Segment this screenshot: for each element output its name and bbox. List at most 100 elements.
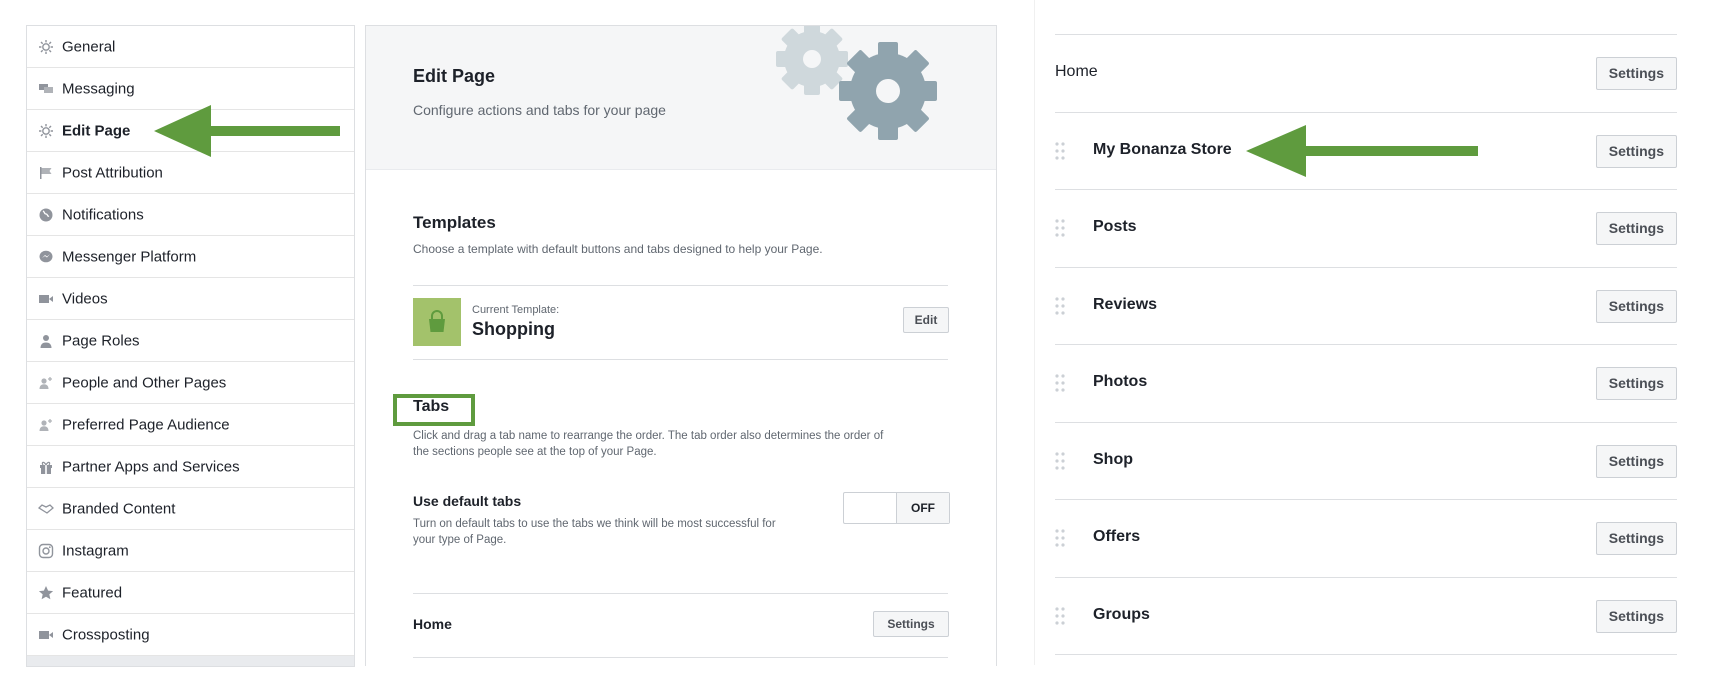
drag-handle-icon[interactable] xyxy=(1055,606,1065,630)
tabs-description-line: the sections people see at the top of yo… xyxy=(413,446,657,458)
drag-handle-icon[interactable] xyxy=(1055,529,1065,552)
tab-name: Home xyxy=(1055,63,1098,80)
tabs-list-panel: Home Settings My Bonanza Store Settings Post… xyxy=(1034,0,1695,665)
tab-name: Reviews xyxy=(1093,295,1158,313)
tab-row[interactable]: Posts Settings xyxy=(1055,189,1677,267)
tab-settings-button[interactable]: Settings xyxy=(1595,599,1677,633)
sidebar-item-page-roles[interactable]: Page Roles xyxy=(27,320,354,362)
video-camera-icon xyxy=(38,627,54,643)
divider xyxy=(413,285,948,286)
divider xyxy=(413,359,948,360)
tab-row[interactable]: Shop Settings xyxy=(1055,421,1677,500)
templates-description: Choose a template with default buttons a… xyxy=(413,242,823,256)
drag-handle-icon[interactable] xyxy=(1055,451,1065,475)
sidebar-item-featured[interactable]: Featured xyxy=(27,572,354,614)
sidebar-item-label: People and Other Pages xyxy=(62,374,227,392)
page-title: Edit Page xyxy=(413,66,496,86)
default-tabs-description-line: your type of Page. xyxy=(413,534,507,546)
sidebar-item-label: Page Roles xyxy=(62,332,140,350)
tab-settings-button[interactable]: Settings xyxy=(1595,134,1677,168)
current-template-label: Current Template: xyxy=(472,304,560,316)
tabs-description: Click and drag a tab name to rearrange t… xyxy=(413,428,883,460)
arrow-pointer-icon xyxy=(1246,125,1478,177)
sidebar-item-people-and-other-pages[interactable]: People and Other Pages xyxy=(27,362,354,404)
tab-name: My Bonanza Store xyxy=(1093,140,1232,158)
page-subtitle: Configure actions and tabs for your page xyxy=(413,102,666,118)
video-camera-icon xyxy=(38,291,54,307)
gear-icon xyxy=(38,39,54,55)
sidebar-item-general[interactable]: General xyxy=(27,26,354,68)
tabs-title: Tabs xyxy=(413,398,450,415)
chat-bubbles-icon xyxy=(38,81,54,97)
sidebar-item-notifications[interactable]: Notifications xyxy=(27,194,354,236)
star-icon xyxy=(38,585,54,601)
tab-name: Offers xyxy=(1093,528,1141,545)
flag-icon xyxy=(38,165,54,181)
use-default-tabs-title: Use default tabs xyxy=(413,493,522,509)
gift-box-icon xyxy=(38,459,54,475)
sidebar-item-label: Partner Apps and Services xyxy=(62,458,240,476)
sidebar-item-label: Branded Content xyxy=(62,500,176,518)
sidebar-item-partner-apps-and-services[interactable]: Partner Apps and Services xyxy=(27,446,354,488)
sidebar-item-messenger-platform[interactable]: Messenger Platform xyxy=(27,236,354,278)
handshake-icon xyxy=(38,501,54,517)
tab-row[interactable]: Groups Settings xyxy=(1055,576,1677,655)
sidebar-item-label: Preferred Page Audience xyxy=(62,416,230,434)
tab-row[interactable]: Offers Settings xyxy=(1055,499,1677,577)
divider xyxy=(413,593,948,594)
sidebar-item-label: Instagram xyxy=(62,542,129,560)
tab-settings-button[interactable]: Settings xyxy=(1595,367,1677,400)
sidebar-item-label: Messenger Platform xyxy=(62,248,197,266)
templates-title: Templates xyxy=(413,213,496,232)
edit-template-button[interactable]: Edit xyxy=(903,307,949,333)
sidebar-item-preferred-page-audience[interactable]: Preferred Page Audience xyxy=(27,404,354,446)
sidebar-item-post-attribution[interactable]: Post Attribution xyxy=(27,152,354,194)
gear-icon xyxy=(38,123,54,139)
home-tab-settings-button[interactable]: Settings xyxy=(873,611,949,637)
sidebar-item-label: Featured xyxy=(62,584,123,602)
person-icon xyxy=(38,333,54,349)
people-add-icon xyxy=(38,417,54,433)
tab-name: Groups xyxy=(1093,605,1150,623)
drag-handle-icon[interactable] xyxy=(1055,141,1065,165)
tab-row[interactable]: Photos Settings xyxy=(1055,344,1677,422)
edit-page-panel: Edit Page Configure actions and tabs for… xyxy=(365,25,997,666)
sidebar-item-label: Post Attribution xyxy=(62,164,163,182)
sidebar-item-label: General xyxy=(62,38,116,56)
globe-icon xyxy=(38,207,54,223)
gears-illustration-icon xyxy=(776,26,937,140)
tab-settings-button[interactable]: Settings xyxy=(1595,212,1677,245)
drag-handle-icon[interactable] xyxy=(1055,296,1065,320)
toggle-state-label: OFF xyxy=(896,493,949,523)
tab-settings-button[interactable]: Settings xyxy=(1595,289,1677,323)
tab-settings-button[interactable]: Settings xyxy=(1595,444,1677,478)
tab-row[interactable]: Reviews Settings xyxy=(1055,266,1677,345)
drag-handle-icon[interactable] xyxy=(1055,219,1065,242)
people-add-icon xyxy=(38,375,54,391)
messenger-icon xyxy=(38,249,54,265)
sidebar-item-label: Edit Page xyxy=(62,122,131,140)
current-template-name: Shopping xyxy=(472,319,555,339)
arrow-pointer-icon xyxy=(154,105,340,157)
use-default-tabs-description: Turn on default tabs to use the tabs we … xyxy=(413,516,843,548)
sidebar-item-videos[interactable]: Videos xyxy=(27,278,354,320)
sidebar-item-label: Messaging xyxy=(62,80,135,98)
instagram-icon xyxy=(38,543,54,559)
divider xyxy=(1055,654,1677,656)
sidebar-item-instagram[interactable]: Instagram xyxy=(27,530,354,572)
tab-name: Shop xyxy=(1093,450,1133,468)
shopping-bag-icon xyxy=(429,310,445,332)
tab-settings-button[interactable]: Settings xyxy=(1595,57,1677,90)
tab-settings-button[interactable]: Settings xyxy=(1595,522,1677,555)
tab-name: Posts xyxy=(1093,218,1137,235)
default-tabs-toggle[interactable]: OFF xyxy=(843,492,950,524)
edit-page-header: Edit Page Configure actions and tabs for… xyxy=(366,26,996,170)
sidebar-item-crossposting[interactable]: Crossposting xyxy=(27,614,354,656)
tab-row[interactable]: Home Settings xyxy=(1055,34,1677,112)
sidebar-item-label: Notifications xyxy=(62,206,144,224)
sidebar-item-branded-content[interactable]: Branded Content xyxy=(27,488,354,530)
drag-handle-icon[interactable] xyxy=(1055,374,1065,397)
divider xyxy=(413,657,948,658)
sidebar-item-messaging[interactable]: Messaging xyxy=(27,68,354,110)
sidebar-item-label: Crossposting xyxy=(62,626,150,644)
